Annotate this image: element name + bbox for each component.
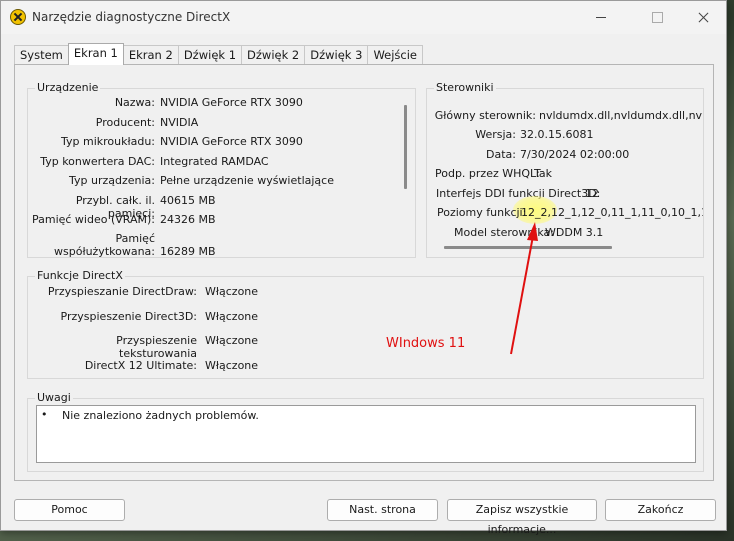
date-value: 7/30/2024 02:00:00 [520,148,630,161]
main-driver-value: nvldumdx.dll,nvldumdx.dll,nvldumd [539,109,703,122]
dx12-ultimate-value: Włączone [205,359,259,372]
notes-bullet: • [41,408,48,421]
ddi-label: Interfejs DDI funkcji Direct3D: [436,187,601,200]
direct3d-value: Włączone [205,310,259,323]
feature-levels-label: Poziomy funkcji: [437,206,527,219]
next-page-button[interactable]: Nast. strona [327,499,438,521]
direct3d-label: Przyspieszenie Direct3D: [60,310,197,323]
tab-display-1[interactable]: Ekran 1 [67,43,124,65]
features-group-label: Funkcje DirectX [35,269,125,282]
notes-text: Nie znaleziono żadnych problemów. [62,409,259,422]
drivers-info: Główny sterownik: nvldumdx.dll,nvldumdx.… [0,0,703,260]
dx12-ultimate-label: DirectX 12 Ultimate: [84,359,197,372]
whql-value: Tak [534,167,553,180]
notes-textbox[interactable]: • Nie znaleziono żadnych problemów. [36,405,696,463]
windows-11-annotation: WIndows 11 [386,336,466,351]
feature-levels-value: 12_2,12_1,12_0,11_1,11_0,10_1,10_ [521,206,703,219]
date-label: Data: [486,148,516,161]
directdraw-label: Przyspieszanie DirectDraw: [47,285,197,298]
version-label: Wersja: [475,128,516,141]
main-driver-label: Główny sterownik: [434,109,536,122]
version-value: 32.0.15.6081 [520,128,594,141]
driver-model-value: WDDM 3.1 [545,226,604,239]
save-all-info-button[interactable]: Zapisz wszystkie informacje... [447,499,597,536]
whql-label: Podp. przez WHQL: [435,167,540,180]
drivers-scrollbar[interactable] [444,246,612,249]
directdraw-value: Włączone [205,285,259,298]
texturing-value: Włączone [205,334,259,347]
ddi-value: 12 [585,187,599,200]
notes-group-label: Uwagi [35,391,73,404]
exit-button[interactable]: Zakończ [605,499,716,521]
driver-model-label: Model sterownika: [454,226,554,239]
help-button[interactable]: Pomoc [14,499,125,521]
texturing-label: Przyspieszenie teksturowania [116,334,197,360]
